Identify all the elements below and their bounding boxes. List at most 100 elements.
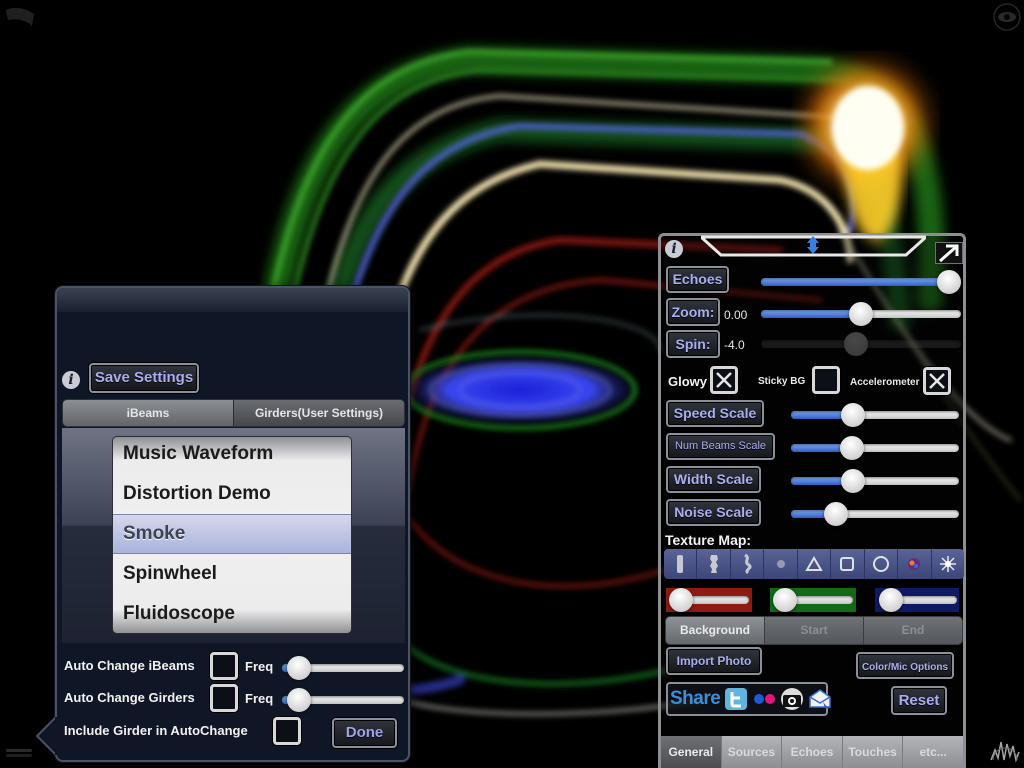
tab-start[interactable]: Start [764, 617, 863, 644]
squiggle-texture-icon[interactable] [731, 549, 765, 579]
noise-scale-slider[interactable] [791, 501, 959, 527]
include-girder-label: Include Girder in AutoChange [64, 723, 248, 738]
slider-thumb[interactable] [824, 502, 849, 526]
tab-ibeams[interactable]: iBeams [63, 400, 233, 426]
tab-sources[interactable]: Sources [722, 736, 783, 768]
girders-freq-slider[interactable] [282, 687, 404, 713]
zoom-button[interactable]: Zoom: [666, 298, 720, 326]
zoom-slider[interactable] [761, 301, 961, 327]
color-mic-options-label: Color/Mic Options [861, 662, 949, 673]
starburst-texture-icon[interactable] [932, 549, 964, 579]
picker-item[interactable]: Distortion Demo [113, 475, 351, 515]
flickr-icon[interactable] [752, 687, 776, 711]
num-beams-scale-label: Num Beams Scale [674, 440, 767, 452]
texture-map-label: Texture Map: [665, 532, 752, 548]
import-photo-button[interactable]: Import Photo [666, 647, 762, 675]
popover-arrow [35, 716, 57, 756]
width-scale-slider[interactable] [791, 468, 959, 494]
expand-button[interactable] [935, 242, 963, 264]
accelerometer-label: Accelerometer [850, 377, 920, 388]
slider-thumb[interactable] [879, 588, 903, 612]
sticky-bg-checkbox[interactable] [812, 366, 840, 394]
noise-scale-button[interactable]: Noise Scale [666, 499, 761, 526]
checkmark-x-icon [929, 373, 945, 389]
slider-thumb[interactable] [843, 332, 868, 356]
slider-thumb[interactable] [849, 302, 873, 326]
tab-general[interactable]: General [661, 736, 722, 768]
audio-waveform-icon[interactable] [990, 738, 1020, 764]
picker-item-selected[interactable]: Smoke [113, 514, 351, 554]
slider-thumb[interactable] [937, 270, 961, 294]
slider-thumb[interactable] [841, 403, 866, 427]
num-beams-scale-slider[interactable] [791, 435, 959, 461]
info-icon[interactable]: i [62, 371, 80, 389]
circle-texture-icon[interactable] [865, 549, 899, 579]
dot-texture-icon[interactable] [764, 549, 798, 579]
slider-thumb[interactable] [669, 588, 693, 612]
tab-touches[interactable]: Touches [843, 736, 904, 768]
include-girder-checkbox[interactable] [273, 717, 301, 745]
tab-background[interactable]: Background [666, 617, 764, 644]
lines-glyph-icon [6, 749, 32, 757]
info-icon[interactable]: i [665, 240, 683, 258]
speed-scale-button[interactable]: Speed Scale [666, 400, 764, 427]
slider-thumb[interactable] [841, 469, 866, 493]
checkmark-x-icon [716, 372, 732, 388]
preset-settings-popover: i Save Settings iBeams Girders(User Sett… [35, 286, 410, 762]
spin-slider[interactable] [761, 331, 961, 357]
slider-thumb[interactable] [286, 688, 311, 712]
preset-source-tabs: iBeams Girders(User Settings) [62, 399, 405, 427]
picker-item[interactable]: Music Waveform [113, 437, 351, 475]
spin-button[interactable]: Spin: [666, 330, 720, 358]
import-photo-label: Import Photo [676, 654, 752, 668]
twitter-icon[interactable] [724, 687, 748, 711]
num-beams-scale-button[interactable]: Num Beams Scale [666, 433, 775, 460]
echoes-button[interactable]: Echoes [666, 266, 729, 293]
green-channel-slider[interactable] [773, 587, 853, 613]
preset-picker-container: Music Waveform Distortion Demo Smoke Spi… [62, 428, 405, 643]
zoom-value: 0.00 [724, 308, 748, 322]
width-scale-button[interactable]: Width Scale [666, 466, 761, 493]
auto-change-ibeams-checkbox[interactable] [210, 652, 238, 680]
blue-channel-slider[interactable] [879, 587, 957, 613]
panel-drag-handle[interactable] [701, 233, 926, 257]
preset-picker-wheel[interactable]: Music Waveform Distortion Demo Smoke Spi… [112, 436, 352, 634]
ibeams-freq-slider[interactable] [282, 655, 404, 681]
menu-glyph-icon[interactable] [4, 4, 38, 30]
picker-item[interactable]: Spinwheel [113, 555, 351, 595]
auto-change-ibeams-label: Auto Change iBeams [64, 658, 195, 673]
color-mic-options-button[interactable]: Color/Mic Options [856, 652, 954, 679]
echoes-slider[interactable] [761, 269, 961, 295]
slider-thumb[interactable] [286, 656, 311, 680]
auto-change-girders-checkbox[interactable] [210, 684, 238, 712]
square-texture-icon[interactable] [831, 549, 865, 579]
bar-texture-icon[interactable] [664, 549, 698, 579]
camera-icon[interactable] [780, 687, 804, 711]
glowy-checkbox[interactable] [710, 366, 738, 394]
triangle-texture-icon[interactable] [798, 549, 832, 579]
tab-girders-user-settings[interactable]: Girders(User Settings) [233, 400, 404, 426]
spin-value: -4.0 [724, 338, 745, 352]
save-settings-button[interactable]: Save Settings [89, 363, 199, 393]
eye-icon[interactable] [992, 2, 1022, 32]
picker-item[interactable]: Fluidoscope [113, 595, 351, 633]
share-label: Share [670, 688, 721, 709]
reset-button[interactable]: Reset [891, 686, 947, 715]
speed-scale-slider[interactable] [791, 402, 959, 428]
tab-echoes[interactable]: Echoes [782, 736, 843, 768]
settings-panel: i Echoes Zoom: 0.00 Spin: -4.0 Glowy Sti… [658, 233, 966, 768]
done-button[interactable]: Done [332, 718, 397, 748]
tab-end[interactable]: End [863, 617, 962, 644]
wavy-bar-texture-icon[interactable] [697, 549, 731, 579]
freq-label: Freq [245, 659, 274, 674]
tab-etc[interactable]: etc... [903, 736, 963, 768]
share-bar: Share [666, 682, 832, 716]
red-channel-slider[interactable] [669, 587, 749, 613]
accelerometer-checkbox[interactable] [923, 367, 951, 395]
marble-texture-icon[interactable] [898, 549, 932, 579]
email-icon[interactable] [808, 687, 832, 711]
freq-label: Freq [245, 691, 274, 706]
slider-thumb[interactable] [773, 588, 797, 612]
texture-map-selector [664, 549, 964, 579]
slider-thumb[interactable] [839, 436, 864, 460]
